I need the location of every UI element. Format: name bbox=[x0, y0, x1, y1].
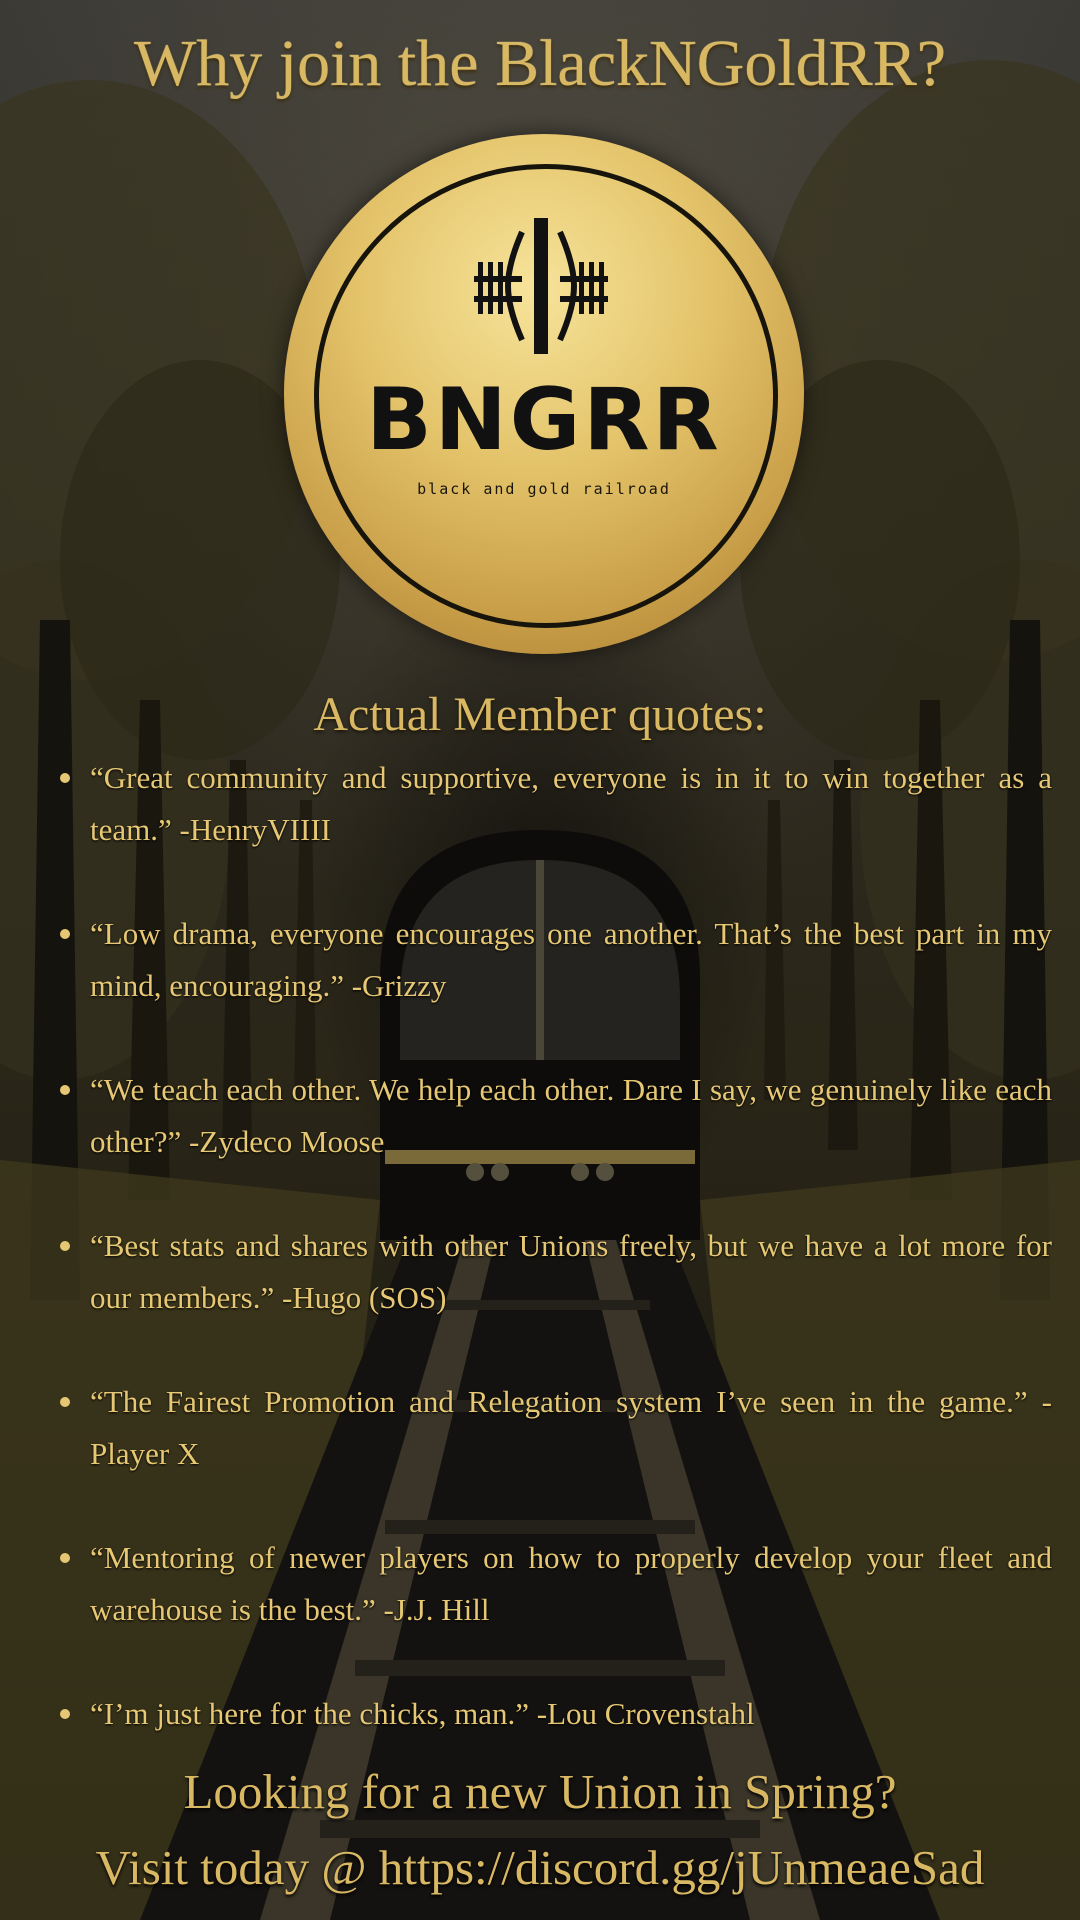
quote-item: “I’m just here for the chicks, man.” -Lo… bbox=[60, 1688, 1052, 1740]
bullet-icon bbox=[60, 1241, 70, 1251]
bullet-icon bbox=[60, 773, 70, 783]
logo-brand-text: BNGRR bbox=[366, 370, 722, 470]
quote-text: “We teach each other. We help each other… bbox=[90, 1072, 1052, 1159]
quote-item: “Mentoring of newer players on how to pr… bbox=[60, 1532, 1052, 1636]
railroad-track-icon bbox=[474, 218, 608, 354]
bullet-icon bbox=[60, 1397, 70, 1407]
quote-text: “Great community and supportive, everyon… bbox=[90, 760, 1052, 847]
quote-item: “Low drama, everyone encourages one anot… bbox=[60, 908, 1052, 1012]
quote-text: “Mentoring of newer players on how to pr… bbox=[90, 1540, 1052, 1627]
bullet-icon bbox=[60, 1085, 70, 1095]
poster-title: Why join the BlackNGoldRR? bbox=[133, 27, 947, 100]
bullet-icon bbox=[60, 929, 70, 939]
logo-tagline: black and gold railroad bbox=[417, 480, 671, 498]
quotes-heading: Actual Member quotes: bbox=[313, 688, 767, 741]
bullet-icon bbox=[60, 1709, 70, 1719]
quote-item: “Great community and supportive, everyon… bbox=[60, 752, 1052, 856]
bngrr-logo: BNGRR black and gold railroad bbox=[284, 134, 804, 654]
quote-text: “The Fairest Promotion and Relegation sy… bbox=[90, 1384, 1052, 1471]
cta-question: Looking for a new Union in Spring? bbox=[183, 1764, 897, 1819]
quote-item: “We teach each other. We help each other… bbox=[60, 1064, 1052, 1168]
discord-invite-link[interactable]: Visit today @ https://discord.gg/jUnmeae… bbox=[0, 1838, 1080, 1898]
quote-item: “Best stats and shares with other Unions… bbox=[60, 1220, 1052, 1324]
quote-text: “I’m just here for the chicks, man.” -Lo… bbox=[90, 1696, 755, 1731]
member-quotes-list: “Great community and supportive, everyon… bbox=[60, 752, 1052, 1792]
quote-text: “Best stats and shares with other Unions… bbox=[90, 1228, 1052, 1315]
quote-text: “Low drama, everyone encourages one anot… bbox=[90, 916, 1052, 1003]
quote-item: “The Fairest Promotion and Relegation sy… bbox=[60, 1376, 1052, 1480]
bullet-icon bbox=[60, 1553, 70, 1563]
